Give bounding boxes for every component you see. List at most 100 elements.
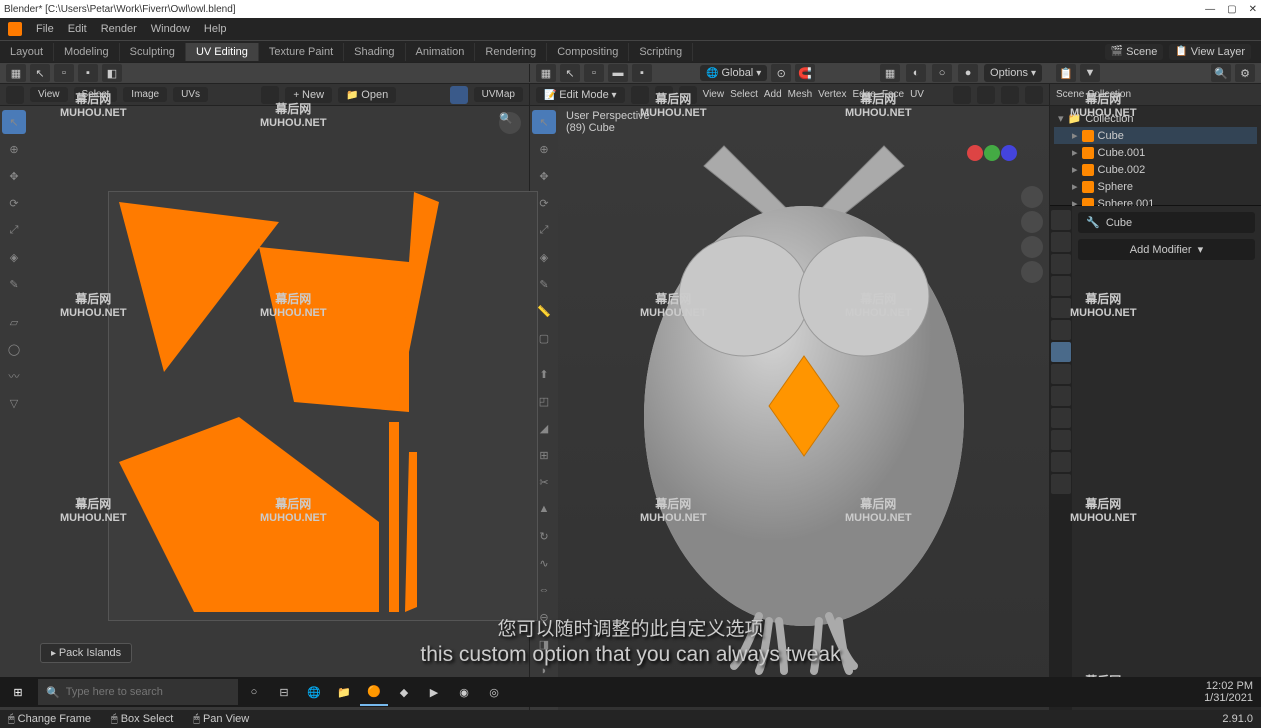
tab-layout[interactable]: Layout — [0, 43, 54, 61]
v3d-face[interactable]: Face — [882, 89, 904, 100]
move-tool-icon[interactable]: ✥ — [2, 164, 26, 188]
chrome-icon[interactable]: 🌐 — [300, 678, 328, 706]
tab-shading[interactable]: Shading — [344, 43, 405, 61]
prop-particle-icon[interactable] — [1051, 364, 1071, 384]
mesh-owl[interactable] — [594, 116, 1014, 676]
menu-file[interactable]: File — [30, 21, 60, 37]
uv-open-button[interactable]: 📁 Open — [338, 87, 396, 103]
uv-select-icon2[interactable]: ▪ — [78, 64, 98, 82]
v3d-add[interactable]: Add — [764, 89, 782, 100]
transform-tool-icon[interactable]: ◈ — [2, 245, 26, 269]
menu-window[interactable]: Window — [145, 21, 196, 37]
editor-type-icon[interactable]: ▦ — [6, 64, 26, 82]
scene-dropdown[interactable]: 🎬 Scene — [1105, 44, 1164, 60]
selmode-f-icon[interactable] — [679, 86, 697, 104]
overlay-icon[interactable]: ▦ — [880, 64, 900, 82]
prop-modifier-icon[interactable] — [1051, 342, 1071, 362]
blender-task-icon[interactable]: 🟠 — [360, 678, 388, 706]
cortana-icon[interactable]: ○ — [240, 678, 268, 706]
tab-scripting[interactable]: Scripting — [629, 43, 693, 61]
prop-physics-icon[interactable] — [1051, 386, 1071, 406]
v3d-edge[interactable]: Edge — [852, 89, 875, 100]
selmode-edge-icon[interactable]: ▬ — [608, 64, 628, 82]
taskbar-search[interactable]: 🔍 — [38, 679, 238, 705]
add-modifier-button[interactable]: Add Modifier ▾ — [1078, 239, 1255, 260]
cursor3d-tool-icon[interactable]: ⊕ — [532, 137, 556, 161]
uv-view[interactable]: View — [30, 87, 68, 102]
selmode-face-icon[interactable]: ▪ — [632, 64, 652, 82]
collection-row[interactable]: ▾📁 Collection — [1054, 110, 1257, 127]
viewlayer-dropdown[interactable]: 📋 View Layer — [1169, 44, 1251, 60]
zoom-nav-icon[interactable] — [1021, 186, 1043, 208]
app4-icon[interactable]: ◎ — [480, 678, 508, 706]
move3d-tool-icon[interactable]: ✥ — [532, 164, 556, 188]
outliner-filter-icon[interactable]: ⚙ — [1235, 64, 1255, 82]
outliner[interactable]: ▾📁 Collection ▸Cube ▸Cube.001 ▸Cube.002 … — [1050, 106, 1261, 206]
uv-island[interactable] — [389, 422, 399, 612]
close-icon[interactable]: ✕ — [1249, 4, 1257, 15]
camera-nav-icon[interactable] — [1021, 236, 1043, 258]
system-clock[interactable]: 12:02 PM1/31/2021 — [1204, 680, 1261, 704]
mode-cursor-icon[interactable]: ↖ — [560, 64, 580, 82]
annotate-tool-icon[interactable]: ✎ — [2, 272, 26, 296]
uv-sync-icon[interactable] — [6, 86, 24, 104]
app2-icon[interactable]: ▶ — [420, 678, 448, 706]
uv-display-icon[interactable] — [450, 86, 468, 104]
cursor-tool-icon[interactable]: ⊕ — [2, 137, 26, 161]
uv-select-icon[interactable]: ▫ — [54, 64, 74, 82]
select-tool-icon[interactable]: ↖ — [532, 110, 556, 134]
v3d-view[interactable]: View — [703, 89, 725, 100]
options-dropdown[interactable]: Options ▾ — [984, 64, 1042, 82]
scale-tool-icon[interactable]: ⤢ — [2, 218, 26, 242]
prop-output-icon[interactable] — [1051, 232, 1071, 252]
shade-solid-icon[interactable] — [977, 86, 995, 104]
axis-y-icon[interactable] — [984, 145, 1000, 161]
operator-popup[interactable]: ▸ Pack Islands — [40, 643, 132, 663]
orientation-dropdown[interactable]: 🌐 Global ▾ — [700, 65, 767, 81]
grab-tool-icon[interactable]: ◯ — [2, 337, 26, 361]
menu-help[interactable]: Help — [198, 21, 233, 37]
outliner-type-icon[interactable]: 📋 — [1056, 64, 1076, 82]
tab-modeling[interactable]: Modeling — [54, 43, 120, 61]
axis-x-icon[interactable] — [967, 145, 983, 161]
outliner-item-cube001[interactable]: ▸Cube.001 — [1054, 144, 1257, 161]
prop-scene-icon[interactable] — [1051, 276, 1071, 296]
zoom-icon[interactable]: 🔍 — [499, 112, 521, 134]
uv-select[interactable]: Select — [74, 87, 118, 102]
v3d-mesh[interactable]: Mesh — [788, 89, 812, 100]
shading1-icon[interactable]: ○ — [932, 64, 952, 82]
v3d-vertex[interactable]: Vertex — [818, 89, 846, 100]
tab-animation[interactable]: Animation — [406, 43, 476, 61]
object-name-field[interactable]: 🔧 Cube — [1078, 212, 1255, 233]
mode-dropdown[interactable]: 📝 Edit Mode ▾ — [536, 87, 625, 103]
v3d-uv[interactable]: UV — [910, 89, 924, 100]
prop-render-icon[interactable] — [1051, 210, 1071, 230]
v3d-select[interactable]: Select — [730, 89, 758, 100]
snap-icon[interactable]: 🧲 — [795, 64, 815, 82]
uv-island[interactable] — [119, 202, 279, 372]
selmode-vert-icon[interactable]: ▫ — [584, 64, 604, 82]
shade-render-icon[interactable] — [1025, 86, 1043, 104]
shade-wire-icon[interactable] — [953, 86, 971, 104]
pivot-icon[interactable]: ⊙ — [771, 64, 791, 82]
cursor-tool-icon[interactable]: ↖ — [30, 64, 50, 82]
maximize-icon[interactable]: ▢ — [1227, 4, 1236, 15]
uv-uvs[interactable]: UVs — [173, 87, 208, 102]
shade-mat-icon[interactable] — [1001, 86, 1019, 104]
menu-edit[interactable]: Edit — [62, 21, 93, 37]
prop-texture-icon[interactable] — [1051, 474, 1071, 494]
tab-uvediting[interactable]: UV Editing — [186, 43, 259, 61]
editor-type-3d-icon[interactable]: ▦ — [536, 64, 556, 82]
uv-img-icon[interactable] — [261, 86, 279, 104]
move-tool-icon[interactable]: ↖ — [2, 110, 26, 134]
explorer-icon[interactable]: 📁 — [330, 678, 358, 706]
uv-image[interactable]: Image — [123, 87, 167, 102]
prop-viewlayer-icon[interactable] — [1051, 254, 1071, 274]
tab-texpaint[interactable]: Texture Paint — [259, 43, 344, 61]
app3-icon[interactable]: ◉ — [450, 678, 478, 706]
tab-sculpting[interactable]: Sculpting — [120, 43, 186, 61]
filter-funnel-icon[interactable]: ▼ — [1080, 64, 1100, 82]
rotate-tool-icon[interactable]: ⟳ — [2, 191, 26, 215]
uv-select-icon3[interactable]: ◧ — [102, 64, 122, 82]
prop-constraint-icon[interactable] — [1051, 408, 1071, 428]
